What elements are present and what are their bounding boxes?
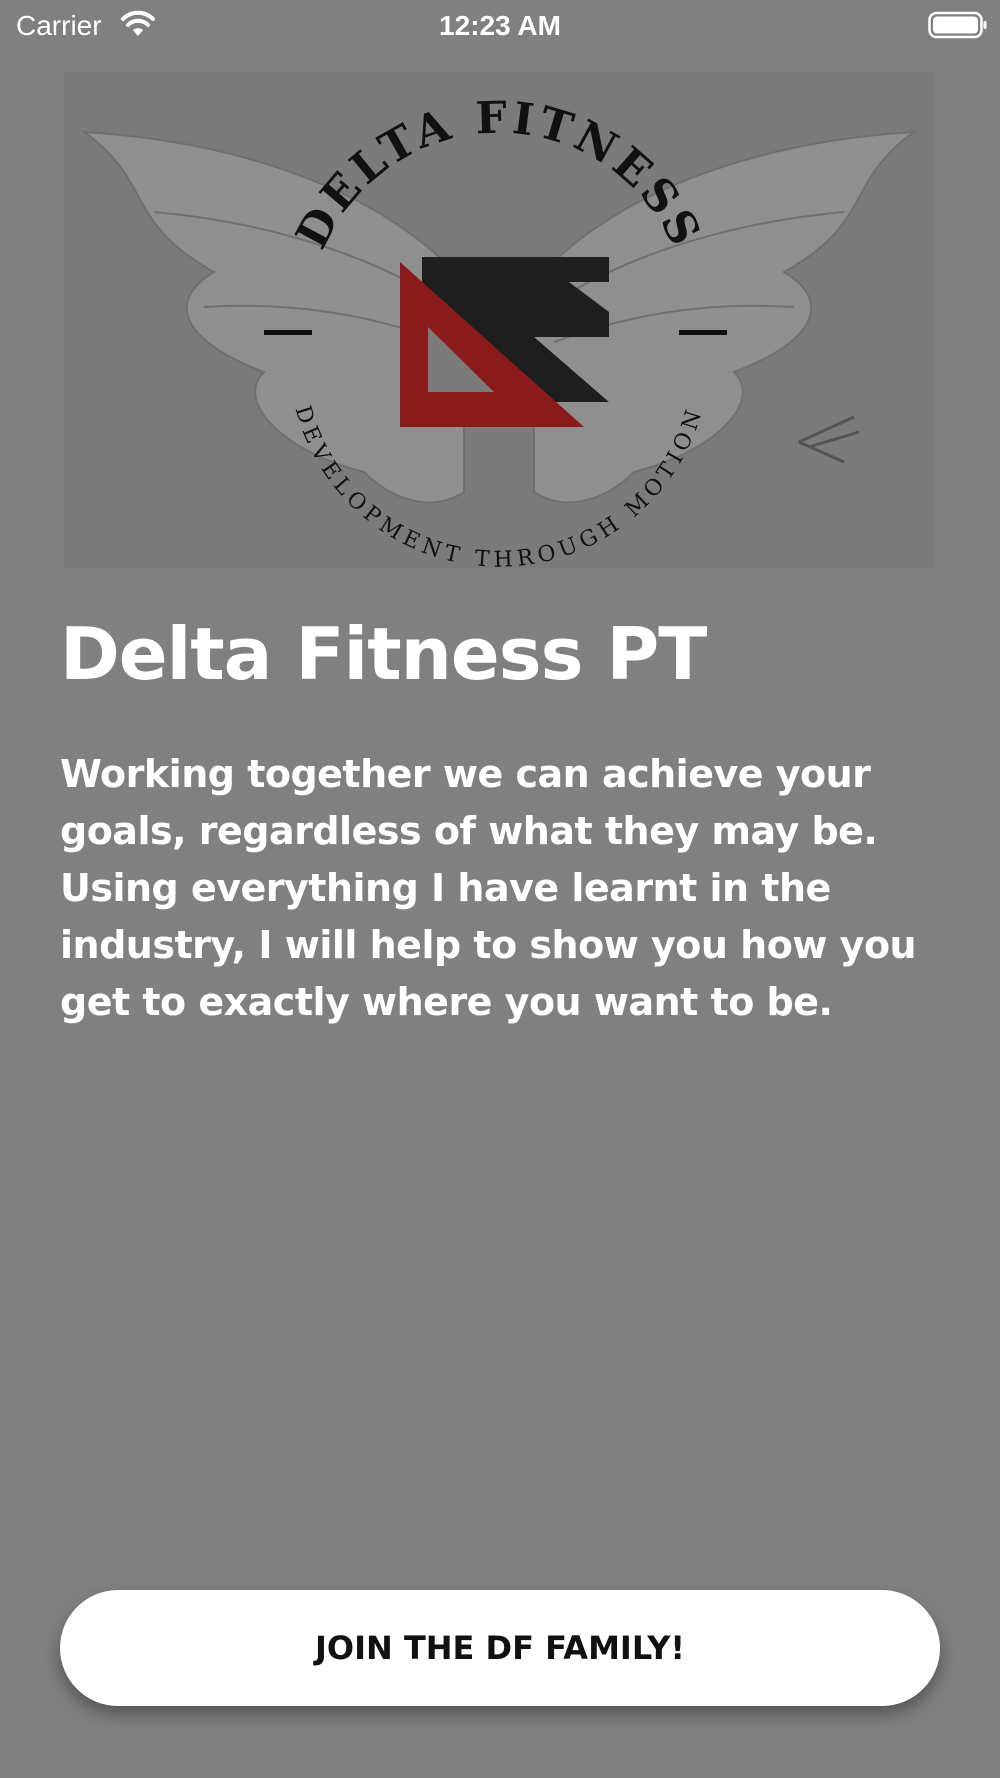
page-title: Delta Fitness PT — [60, 612, 707, 696]
intro-description: Working together we can achieve your goa… — [60, 752, 917, 1024]
join-df-family-button[interactable]: JOIN THE DF FAMILY! — [60, 1590, 940, 1706]
logo-graphic: DELTA FITNESS DEVELOPMENT THROUGH MOTION — [64, 72, 934, 568]
battery-icon — [928, 11, 987, 39]
status-time: 12:23 AM — [439, 10, 561, 41]
delta-fitness-logo: DELTA FITNESS DEVELOPMENT THROUGH MOTION — [64, 72, 934, 568]
status-bar: Carrier 12:23 AM — [0, 0, 1000, 52]
